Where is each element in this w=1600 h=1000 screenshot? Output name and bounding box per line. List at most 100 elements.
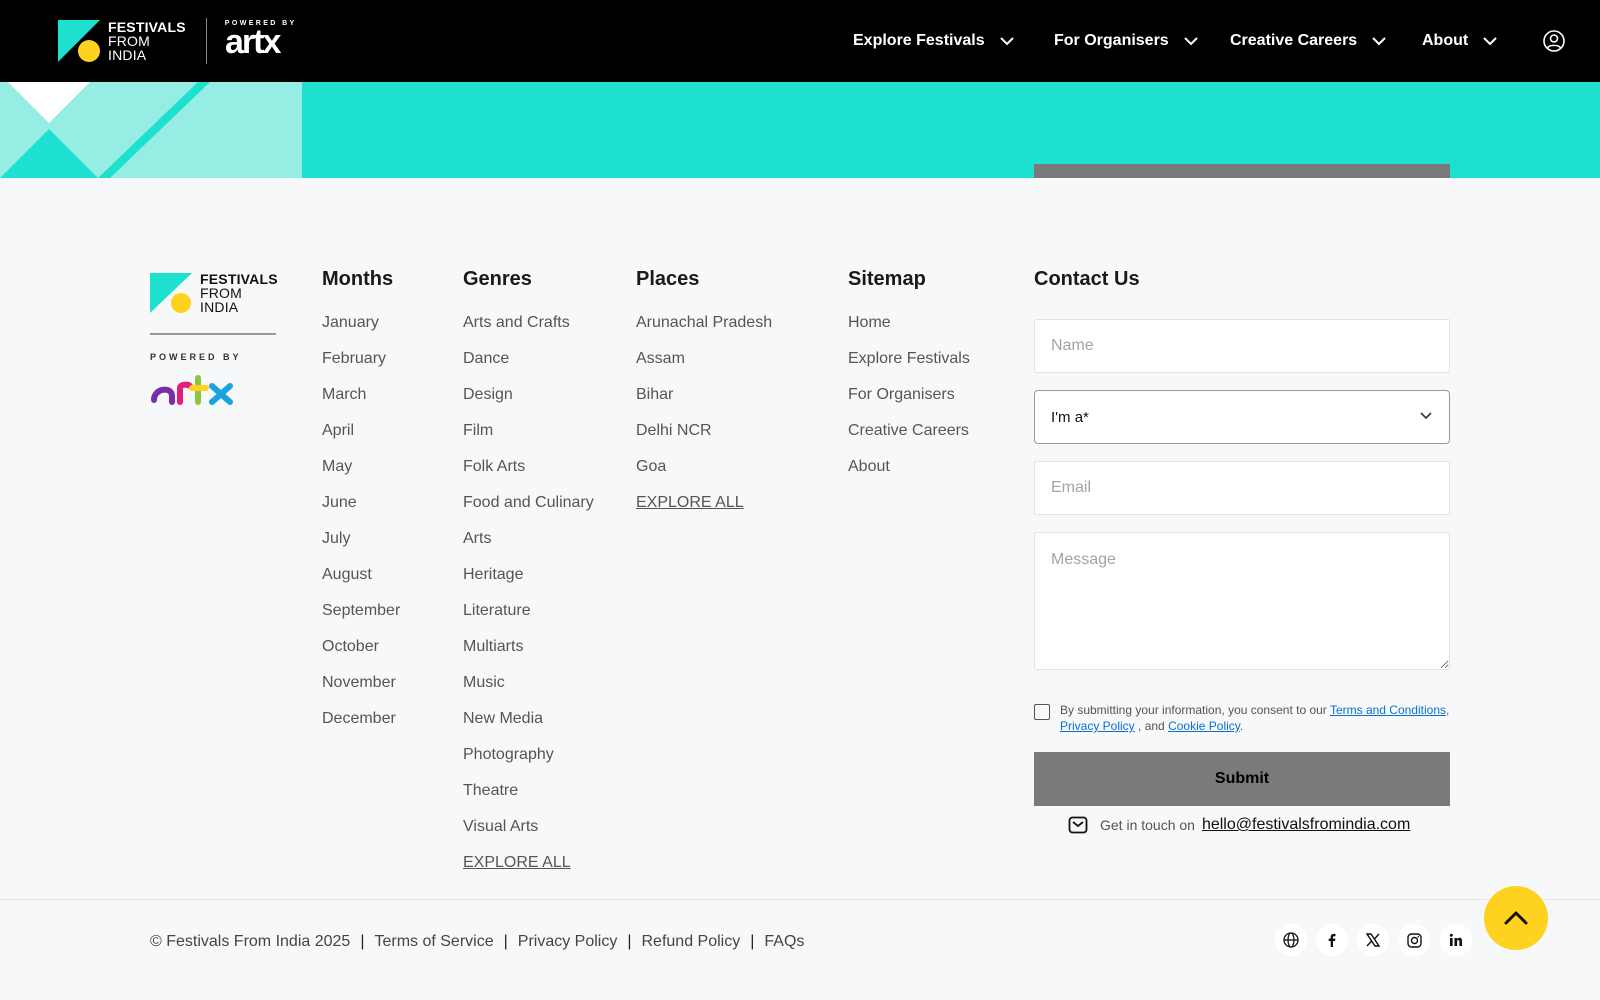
consent-comma: , — [1446, 703, 1450, 717]
genre-link[interactable]: Heritage — [463, 566, 594, 602]
powered-by-label: POWERED BY — [150, 352, 242, 362]
nav-for-organisers[interactable]: For Organisers — [1054, 0, 1199, 82]
month-link[interactable]: June — [322, 494, 400, 530]
genre-link[interactable]: Literature — [463, 602, 594, 638]
month-link[interactable]: August — [322, 566, 400, 602]
artx-logo-icon: artx — [225, 23, 283, 61]
month-link[interactable]: May — [322, 458, 400, 494]
submit-button[interactable]: Submit — [1034, 752, 1450, 806]
sitemap-link[interactable]: Home — [848, 314, 970, 350]
nav-label: Creative Careers — [1230, 32, 1358, 49]
get-in-touch: Get in touch on hello@festivalsfromindia… — [1068, 815, 1410, 835]
sitemap-link[interactable]: For Organisers — [848, 386, 970, 422]
footer-logo[interactable]: FESTIVALS FROM INDIA — [150, 272, 278, 314]
places-explore-all-link[interactable]: EXPLORE ALL — [636, 494, 772, 530]
refund-policy-link[interactable]: Refund Policy — [642, 933, 741, 951]
role-select[interactable]: I'm a* — [1034, 390, 1450, 444]
chevron-down-icon — [1420, 412, 1432, 420]
faqs-link[interactable]: FAQs — [764, 933, 804, 951]
email-field[interactable] — [1034, 461, 1450, 515]
genre-link[interactable]: Design — [463, 386, 594, 422]
powered-by-label: POWERED BY — [224, 20, 297, 27]
month-link[interactable]: July — [322, 530, 400, 566]
linkedin-icon[interactable] — [1440, 924, 1472, 956]
consent-row: By submitting your information, you cons… — [1034, 702, 1450, 734]
chevron-down-icon — [1183, 37, 1198, 46]
genre-link[interactable]: Photography — [463, 746, 594, 782]
privacy-link[interactable]: Privacy Policy — [1060, 719, 1135, 733]
month-link[interactable]: October — [322, 638, 400, 674]
nav-explore-festivals[interactable]: Explore Festivals — [853, 0, 1015, 82]
nav-creative-careers[interactable]: Creative Careers — [1230, 0, 1387, 82]
month-link[interactable]: September — [322, 602, 400, 638]
genres-list: Arts and Crafts Dance Design Film Folk A… — [463, 314, 594, 890]
sitemap-link[interactable]: Creative Careers — [848, 422, 970, 458]
sitemap-link[interactable]: Explore Festivals — [848, 350, 970, 386]
genre-link[interactable]: Folk Arts — [463, 458, 594, 494]
ffi-logo-icon — [150, 273, 192, 313]
svg-text:artx: artx — [225, 27, 281, 57]
genre-link[interactable]: Theatre — [463, 782, 594, 818]
genre-link[interactable]: Food and Culinary — [463, 494, 594, 530]
month-link[interactable]: February — [322, 350, 400, 386]
separator: | — [627, 933, 632, 950]
nav-about-trigger[interactable]: About — [1422, 32, 1498, 50]
globe-icon[interactable] — [1275, 924, 1307, 956]
month-link[interactable]: March — [322, 386, 400, 422]
terms-of-service-link[interactable]: Terms of Service — [374, 933, 493, 951]
place-link[interactable]: Delhi NCR — [636, 422, 772, 458]
cookie-link[interactable]: Cookie Policy — [1168, 719, 1240, 733]
sitemap-heading: Sitemap — [848, 268, 926, 290]
nav-creative-careers-trigger[interactable]: Creative Careers — [1230, 32, 1387, 50]
genres-heading: Genres — [463, 268, 532, 290]
nav-about[interactable]: About — [1422, 0, 1498, 82]
month-link[interactable]: December — [322, 710, 400, 746]
sitemap-list: Home Explore Festivals For Organisers Cr… — [848, 314, 970, 494]
chevron-down-icon — [1483, 37, 1497, 46]
consent-prefix: By submitting your information, you cons… — [1060, 703, 1327, 717]
separator: | — [503, 933, 508, 950]
genre-link[interactable]: Film — [463, 422, 594, 458]
brand-line-2: FROM — [108, 33, 151, 49]
genre-link[interactable]: Music — [463, 674, 594, 710]
get-in-touch-label: Get in touch on — [1100, 817, 1195, 833]
place-link[interactable]: Bihar — [636, 386, 772, 422]
genres-explore-all-link[interactable]: EXPLORE ALL — [463, 854, 594, 890]
nav-explore-festivals-trigger[interactable]: Explore Festivals — [853, 32, 1015, 50]
scroll-to-top-button[interactable] — [1484, 886, 1548, 950]
user-circle-icon[interactable] — [1543, 30, 1565, 52]
month-link[interactable]: January — [322, 314, 400, 350]
privacy-policy-link[interactable]: Privacy Policy — [518, 933, 618, 951]
terms-link[interactable]: Terms and Conditions — [1330, 703, 1446, 717]
place-link[interactable]: Assam — [636, 350, 772, 386]
message-field[interactable] — [1034, 532, 1450, 670]
genre-link[interactable]: Arts — [463, 530, 594, 566]
nav-for-organisers-trigger[interactable]: For Organisers — [1054, 32, 1199, 50]
month-link[interactable]: November — [322, 674, 400, 710]
genre-link[interactable]: New Media — [463, 710, 594, 746]
brand-line-3: INDIA — [200, 299, 239, 315]
place-link[interactable]: Arunachal Pradesh — [636, 314, 772, 350]
logo-divider — [205, 18, 207, 64]
contact-email-link[interactable]: hello@festivalsfromindia.com — [1202, 816, 1410, 834]
x-icon[interactable] — [1357, 924, 1389, 956]
genre-link[interactable]: Arts and Crafts — [463, 314, 594, 350]
chevron-down-icon — [999, 37, 1014, 46]
genre-link[interactable]: Visual Arts — [463, 818, 594, 854]
place-link[interactable]: Goa — [636, 458, 772, 494]
genre-link[interactable]: Multiarts — [463, 638, 594, 674]
facebook-icon[interactable] — [1316, 924, 1348, 956]
instagram-icon[interactable] — [1398, 924, 1430, 956]
chevron-up-icon — [1504, 911, 1528, 925]
brand-line-1: FESTIVALS — [108, 19, 186, 35]
name-field[interactable] — [1034, 319, 1450, 373]
footer-logo-divider — [150, 333, 276, 335]
nav-label: Explore Festivals — [853, 32, 985, 49]
sitemap-link[interactable]: About — [848, 458, 970, 494]
genre-link[interactable]: Dance — [463, 350, 594, 386]
banner-bar — [1034, 164, 1450, 178]
places-heading: Places — [636, 268, 700, 290]
month-link[interactable]: April — [322, 422, 400, 458]
header-logo[interactable]: FESTIVALS FROM INDIA POWERED BY artx — [58, 18, 297, 64]
consent-checkbox[interactable] — [1034, 704, 1050, 720]
